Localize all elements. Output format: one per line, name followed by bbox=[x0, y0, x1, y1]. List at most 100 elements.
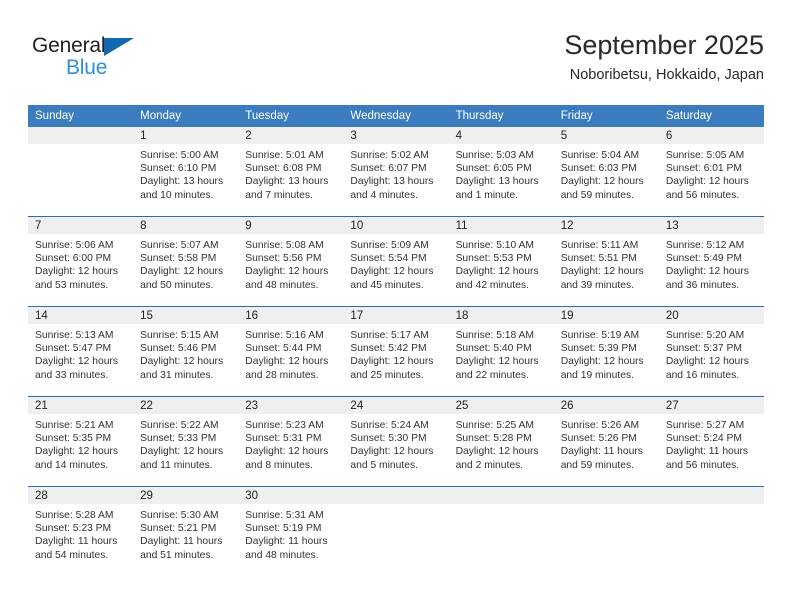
day-cell-inner: 8 Sunrise: 5:07 AM Sunset: 5:58 PM Daylight… bbox=[133, 217, 239, 306]
calendar-body: 1 Sunrise: 5:00 AM Sunset: 6:10 PM Daylight… bbox=[28, 127, 764, 576]
calendar-day-cell[interactable]: 22 Sunrise: 5:22 AM Sunset: 5:33 PM Dayligh… bbox=[133, 396, 239, 487]
day-number: 10 bbox=[343, 217, 449, 234]
daylight-text-line1: Daylight: 12 hours bbox=[560, 356, 644, 368]
daylight-text-line2: and 36 minutes. bbox=[665, 279, 740, 291]
sunrise-text: Sunrise: 5:30 AM bbox=[140, 510, 219, 521]
daylight-text-line1: Daylight: 12 hours bbox=[140, 266, 224, 278]
calendar-day-cell[interactable]: 29 Sunrise: 5:30 AM Sunset: 5:21 PM Dayligh… bbox=[133, 486, 239, 576]
daylight-text-line1: Daylight: 12 hours bbox=[35, 356, 118, 368]
day-number: 6 bbox=[658, 127, 764, 144]
day-number: 24 bbox=[343, 397, 449, 414]
day-number: 14 bbox=[28, 307, 134, 324]
sunset-text: Sunset: 6:10 PM bbox=[140, 163, 217, 175]
calendar-day-cell[interactable]: 11 Sunrise: 5:10 AM Sunset: 5:53 PM Dayligh… bbox=[448, 216, 554, 307]
day-number: 21 bbox=[28, 397, 134, 414]
daylight-text-line2: and 1 minute. bbox=[455, 189, 518, 201]
sunset-text: Sunset: 5:47 PM bbox=[35, 343, 112, 355]
calendar-day-cell[interactable]: 19 Sunrise: 5:19 AM Sunset: 5:39 PM Dayligh… bbox=[553, 306, 659, 397]
calendar-day-cell[interactable]: 21 Sunrise: 5:21 AM Sunset: 5:35 PM Dayligh… bbox=[28, 396, 134, 487]
calendar-day-cell[interactable]: 13 Sunrise: 5:12 AM Sunset: 5:49 PM Dayligh… bbox=[658, 216, 764, 307]
daylight-text-line1: Daylight: 12 hours bbox=[560, 176, 644, 188]
calendar-day-cell[interactable]: 26 Sunrise: 5:26 AM Sunset: 5:26 PM Dayligh… bbox=[553, 396, 659, 487]
calendar-table: Sunday Monday Tuesday Wednesday Thursday… bbox=[28, 105, 764, 576]
calendar-day-cell[interactable]: 5 Sunrise: 5:04 AM Sunset: 6:03 PM Daylight… bbox=[553, 127, 659, 217]
calendar-day-cell[interactable]: 4 Sunrise: 5:03 AM Sunset: 6:05 PM Daylight… bbox=[448, 127, 554, 217]
weekday-header-friday: Friday bbox=[553, 105, 659, 127]
calendar-day-cell[interactable]: 10 Sunrise: 5:09 AM Sunset: 5:54 PM Dayligh… bbox=[343, 216, 449, 307]
daylight-text-line1: Daylight: 12 hours bbox=[245, 266, 329, 278]
daylight-text-line2: and 51 minutes. bbox=[140, 549, 214, 561]
calendar-page: General Blue September 2025 Noboribetsu,… bbox=[0, 0, 792, 612]
calendar-day-cell[interactable]: 9 Sunrise: 5:08 AM Sunset: 5:56 PM Daylight… bbox=[238, 216, 344, 307]
day-number: 7 bbox=[28, 217, 134, 234]
weekday-header-thursday: Thursday bbox=[448, 105, 554, 127]
day-number: 1 bbox=[133, 127, 239, 144]
day-cell-inner: 25 Sunrise: 5:25 AM Sunset: 5:28 PM Dayligh… bbox=[448, 397, 554, 486]
sunset-text: Sunset: 6:00 PM bbox=[35, 253, 112, 265]
daylight-text-line2: and 25 minutes. bbox=[350, 369, 424, 381]
day-cell-details: Sunrise: 5:21 AM Sunset: 5:35 PM Daylight:… bbox=[28, 414, 133, 472]
day-cell-inner: 24 Sunrise: 5:24 AM Sunset: 5:30 PM Dayligh… bbox=[343, 397, 449, 486]
general-blue-logo[interactable]: General Blue bbox=[32, 34, 152, 86]
calendar-day-cell[interactable]: 15 Sunrise: 5:15 AM Sunset: 5:46 PM Dayligh… bbox=[133, 306, 239, 397]
calendar-day-cell[interactable]: 6 Sunrise: 5:05 AM Sunset: 6:01 PM Daylight… bbox=[658, 127, 764, 217]
calendar-day-cell[interactable]: 27 Sunrise: 5:27 AM Sunset: 5:24 PM Dayligh… bbox=[658, 396, 764, 487]
daylight-text-line2: and 22 minutes. bbox=[455, 369, 529, 381]
calendar-day-cell[interactable]: 28 Sunrise: 5:28 AM Sunset: 5:23 PM Dayligh… bbox=[28, 486, 134, 576]
sunrise-text: Sunrise: 5:22 AM bbox=[140, 420, 219, 431]
day-cell-inner: 6 Sunrise: 5:05 AM Sunset: 6:01 PM Daylight… bbox=[658, 127, 764, 216]
daylight-text-line2: and 16 minutes. bbox=[665, 369, 740, 381]
calendar-day-cell[interactable]: 2 Sunrise: 5:01 AM Sunset: 6:08 PM Daylight… bbox=[238, 127, 344, 217]
calendar-day-cell[interactable]: 17 Sunrise: 5:17 AM Sunset: 5:42 PM Dayligh… bbox=[343, 306, 449, 397]
calendar-day-cell[interactable]: 12 Sunrise: 5:11 AM Sunset: 5:51 PM Dayligh… bbox=[553, 216, 659, 307]
daylight-text-line1: Daylight: 12 hours bbox=[35, 446, 118, 458]
day-number bbox=[448, 487, 554, 504]
day-cell-details: Sunrise: 5:20 AM Sunset: 5:37 PM Daylight:… bbox=[659, 324, 764, 382]
day-number: 27 bbox=[658, 397, 764, 414]
sunrise-text: Sunrise: 5:27 AM bbox=[665, 420, 745, 431]
calendar-day-cell[interactable]: 1 Sunrise: 5:00 AM Sunset: 6:10 PM Daylight… bbox=[133, 127, 239, 217]
sunrise-text: Sunrise: 5:24 AM bbox=[350, 420, 429, 431]
calendar-day-cell[interactable]: 23 Sunrise: 5:23 AM Sunset: 5:31 PM Dayligh… bbox=[238, 396, 344, 487]
day-cell-details bbox=[343, 504, 448, 509]
day-cell-inner bbox=[343, 487, 449, 576]
day-number: 28 bbox=[28, 487, 134, 504]
calendar-day-cell[interactable]: 8 Sunrise: 5:07 AM Sunset: 5:58 PM Daylight… bbox=[133, 216, 239, 307]
calendar-day-cell[interactable]: 30 Sunrise: 5:31 AM Sunset: 5:19 PM Dayligh… bbox=[238, 486, 344, 576]
sunrise-text: Sunrise: 5:09 AM bbox=[350, 240, 429, 251]
day-cell-inner: 3 Sunrise: 5:02 AM Sunset: 6:07 PM Daylight… bbox=[343, 127, 449, 216]
calendar-day-cell[interactable]: 20 Sunrise: 5:20 AM Sunset: 5:37 PM Dayligh… bbox=[658, 306, 764, 397]
day-cell-inner: 9 Sunrise: 5:08 AM Sunset: 5:56 PM Daylight… bbox=[238, 217, 344, 306]
sunrise-text: Sunrise: 5:13 AM bbox=[35, 330, 114, 341]
day-cell-details bbox=[28, 144, 133, 149]
calendar-day-cell[interactable]: 3 Sunrise: 5:02 AM Sunset: 6:07 PM Daylight… bbox=[343, 127, 449, 217]
calendar-day-cell[interactable]: 14 Sunrise: 5:13 AM Sunset: 5:47 PM Dayligh… bbox=[28, 306, 134, 397]
daylight-text-line2: and 54 minutes. bbox=[35, 549, 109, 561]
daylight-text-line1: Daylight: 12 hours bbox=[455, 356, 539, 368]
sunset-text: Sunset: 6:05 PM bbox=[455, 163, 532, 175]
page-subtitle: Noboribetsu, Hokkaido, Japan bbox=[569, 67, 764, 83]
day-cell-inner: 14 Sunrise: 5:13 AM Sunset: 5:47 PM Dayligh… bbox=[28, 307, 134, 396]
calendar-day-cell[interactable]: 16 Sunrise: 5:16 AM Sunset: 5:44 PM Dayligh… bbox=[238, 306, 344, 397]
day-cell-inner bbox=[28, 127, 134, 216]
daylight-text-line1: Daylight: 12 hours bbox=[350, 266, 434, 278]
calendar-day-cell[interactable]: 7 Sunrise: 5:06 AM Sunset: 6:00 PM Daylight… bbox=[28, 216, 134, 307]
daylight-text-line2: and 5 minutes. bbox=[350, 459, 418, 471]
daylight-text-line2: and 42 minutes. bbox=[455, 279, 529, 291]
weekday-header-saturday: Saturday bbox=[658, 105, 764, 127]
day-number: 5 bbox=[553, 127, 659, 144]
day-number: 17 bbox=[343, 307, 449, 324]
calendar-day-cell[interactable]: 18 Sunrise: 5:18 AM Sunset: 5:40 PM Dayligh… bbox=[448, 306, 554, 397]
day-cell-inner: 7 Sunrise: 5:06 AM Sunset: 6:00 PM Daylight… bbox=[28, 217, 134, 306]
day-number: 25 bbox=[448, 397, 554, 414]
day-number: 30 bbox=[238, 487, 344, 504]
daylight-text-line2: and 50 minutes. bbox=[140, 279, 214, 291]
calendar-day-cell[interactable]: 25 Sunrise: 5:25 AM Sunset: 5:28 PM Dayligh… bbox=[448, 396, 554, 487]
day-cell-inner: 29 Sunrise: 5:30 AM Sunset: 5:21 PM Dayligh… bbox=[133, 487, 239, 576]
calendar-day-cell[interactable]: 24 Sunrise: 5:24 AM Sunset: 5:30 PM Dayligh… bbox=[343, 396, 449, 487]
sunrise-text: Sunrise: 5:08 AM bbox=[245, 240, 324, 251]
sunrise-text: Sunrise: 5:12 AM bbox=[665, 240, 745, 251]
calendar-empty-cell bbox=[28, 127, 134, 217]
sunrise-text: Sunrise: 5:17 AM bbox=[350, 330, 429, 341]
page-title: September 2025 bbox=[564, 30, 764, 60]
